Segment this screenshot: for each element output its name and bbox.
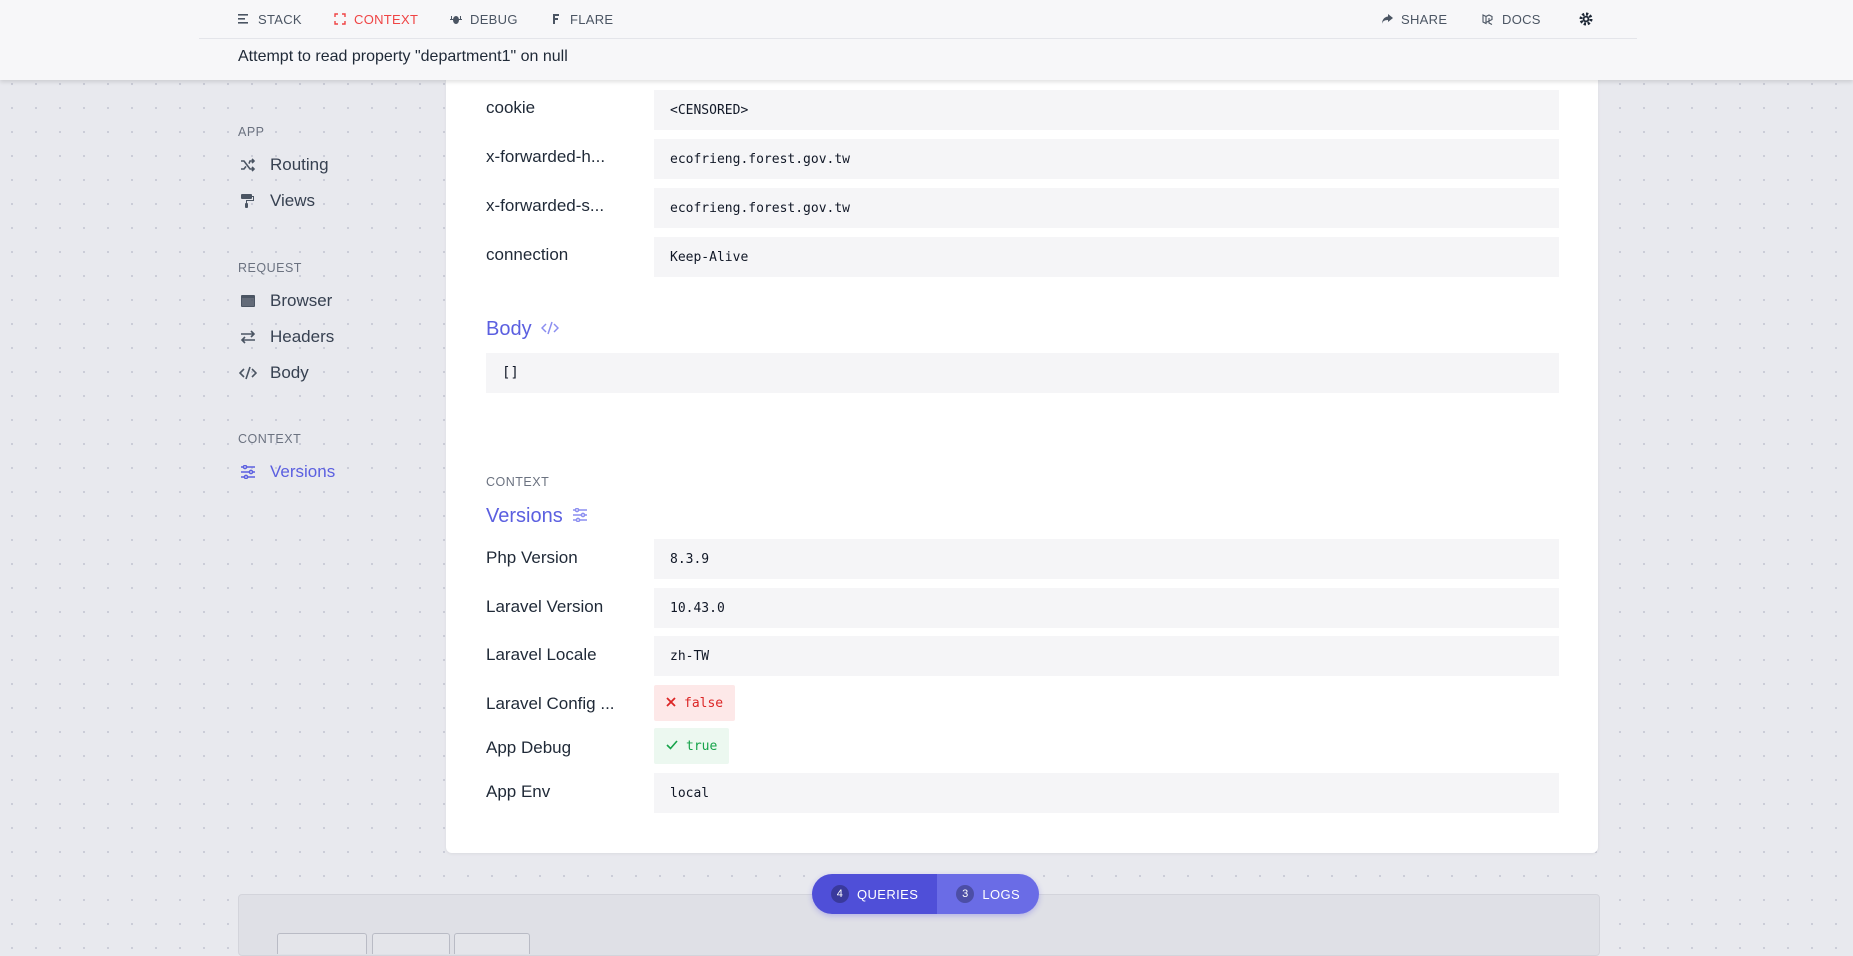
top-bar: STACK CONTEXT DEBUG FLARE SHARE DOCS Att…: [0, 0, 1853, 80]
true-badge-text: true: [686, 738, 718, 754]
sidebar-item-label: Headers: [270, 327, 335, 346]
nav-context[interactable]: CONTEXT: [333, 0, 418, 38]
lower-panel-tab[interactable]: [277, 933, 367, 954]
body-section-title-text: Body: [486, 318, 532, 340]
body-content: []: [486, 353, 1559, 393]
versions-section-title-text: Versions: [486, 505, 563, 527]
check-icon: [666, 739, 678, 754]
versions-section-title: Versions: [486, 505, 590, 528]
header-row-label: cookie: [486, 98, 536, 117]
bug-icon: [449, 12, 463, 26]
sliders-icon: [572, 507, 590, 526]
nav-stack-label: STACK: [258, 11, 302, 27]
nav-debug-label: DEBUG: [470, 11, 518, 27]
code-icon: [540, 321, 559, 339]
version-row-label: Laravel Version: [486, 597, 604, 616]
gear-icon: [1579, 12, 1593, 26]
false-badge-text: false: [684, 695, 724, 711]
sidebar-heading-app: APP: [238, 125, 265, 139]
sidebar-item-label: Versions: [270, 462, 336, 481]
paint-roller-icon: [238, 191, 258, 211]
body-section-title: Body: [486, 318, 559, 341]
shuffle-icon: [238, 155, 258, 175]
version-row-label: Laravel Locale: [486, 645, 597, 664]
sidebar-item-headers[interactable]: Headers: [238, 327, 334, 347]
header-row-value: Keep-Alive: [654, 237, 1559, 277]
flare-icon: [549, 12, 563, 26]
sidebar-item-views[interactable]: Views: [238, 191, 315, 211]
version-row-value: local: [654, 773, 1559, 813]
sidebar-heading-context: CONTEXT: [238, 432, 302, 446]
logs-count: 3: [956, 885, 975, 903]
nav-docs[interactable]: DOCS: [1481, 0, 1541, 38]
version-row-value: zh-TW: [654, 636, 1559, 676]
nav-row: STACK CONTEXT DEBUG FLARE SHARE DOCS: [199, 0, 1637, 39]
version-row-value: 10.43.0: [654, 588, 1559, 628]
header-row-value: ecofrieng.forest.gov.tw: [654, 139, 1559, 179]
sidebar-item-label: Browser: [270, 291, 333, 310]
version-row-label: App Debug: [486, 738, 572, 757]
logs-label: LOGS: [982, 886, 1021, 902]
expand-icon: [333, 12, 347, 26]
stack-icon: [237, 12, 251, 26]
nav-debug[interactable]: DEBUG: [449, 0, 518, 38]
version-row-label: Laravel Config ...: [486, 694, 615, 713]
sidebar-item-versions[interactable]: Versions: [238, 462, 335, 482]
versions-section-kicker: CONTEXT: [486, 475, 550, 489]
lower-panel-tab[interactable]: [454, 933, 530, 954]
laravel-docs-icon: [1481, 12, 1495, 26]
window-icon: [238, 291, 258, 311]
sidebar-heading-request: REQUEST: [238, 261, 302, 275]
true-badge: true: [654, 728, 730, 764]
version-row-value: 8.3.9: [654, 539, 1559, 579]
settings-button[interactable]: [1579, 0, 1593, 38]
sidebar-item-browser[interactable]: Browser: [238, 291, 332, 311]
sidebar-item-body[interactable]: Body: [238, 363, 309, 383]
queries-button[interactable]: 4 QUERIES: [812, 874, 938, 914]
queries-label: QUERIES: [857, 886, 919, 902]
nav-share-label: SHARE: [1401, 11, 1448, 27]
sidebar-item-label: Routing: [270, 155, 329, 174]
sidebar-item-label: Body: [270, 363, 309, 382]
nav-share[interactable]: SHARE: [1380, 0, 1447, 38]
lower-panel-tab[interactable]: [372, 933, 450, 954]
logs-button[interactable]: 3 LOGS: [937, 874, 1040, 914]
exchange-icon: [238, 327, 258, 347]
sidebar-item-label: Views: [270, 191, 316, 210]
nav-docs-label: DOCS: [1502, 11, 1541, 27]
version-row-label: Php Version: [486, 548, 578, 567]
nav-flare[interactable]: FLARE: [549, 0, 613, 38]
header-row-label: x-forwarded-s...: [486, 196, 605, 215]
sliders-icon: [238, 462, 258, 482]
debug-toolbar: 4 QUERIES 3 LOGS: [812, 874, 1040, 914]
header-row-value: ecofrieng.forest.gov.tw: [654, 188, 1559, 228]
nav-flare-label: FLARE: [570, 11, 614, 27]
header-row-label: x-forwarded-h...: [486, 147, 606, 166]
version-row-label: App Env: [486, 782, 551, 801]
share-icon: [1380, 12, 1394, 26]
sidebar-item-routing[interactable]: Routing: [238, 155, 329, 175]
nav-stack[interactable]: STACK: [237, 0, 302, 38]
nav-context-label: CONTEXT: [354, 11, 419, 27]
header-row-value: <CENSORED>: [654, 90, 1559, 130]
code-icon: [238, 363, 258, 383]
false-badge: false: [654, 685, 736, 721]
header-row-label: connection: [486, 245, 569, 264]
cross-icon: [666, 696, 676, 711]
exception-title: Attempt to read property "department1" o…: [238, 48, 568, 65]
queries-count: 4: [831, 885, 849, 903]
